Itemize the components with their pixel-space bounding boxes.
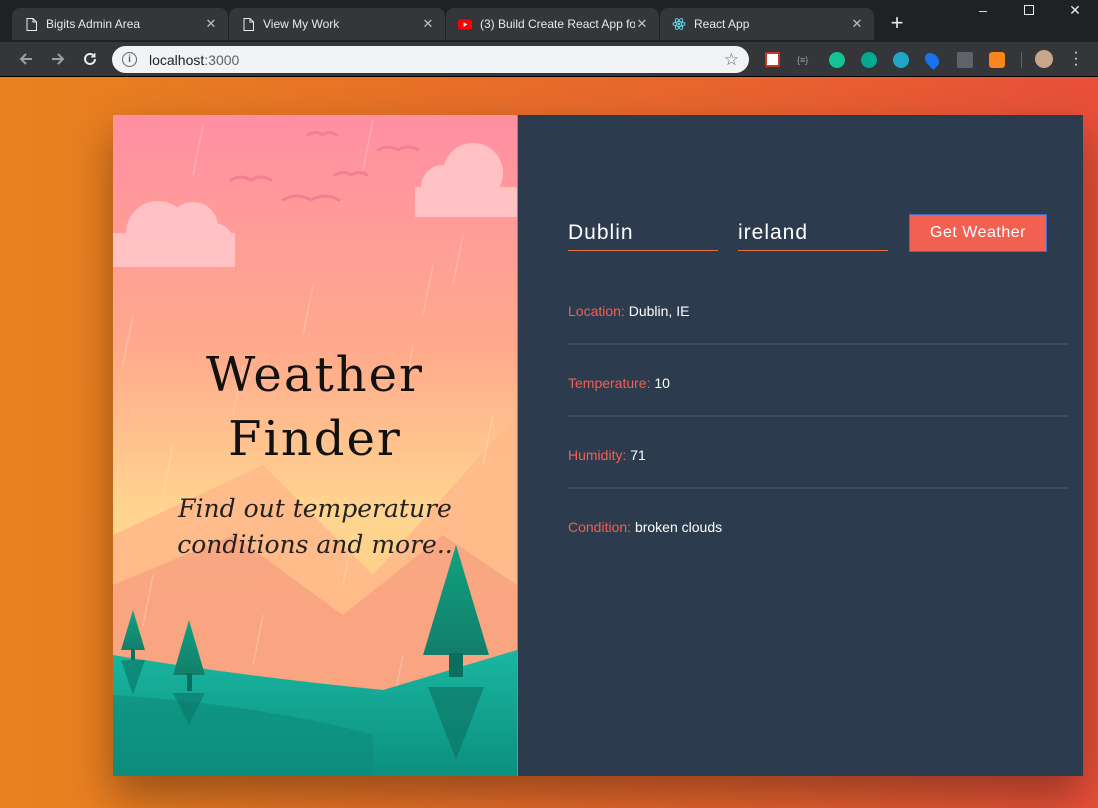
toolbar-divider	[1021, 52, 1022, 68]
tab-react-app[interactable]: React App ✕	[660, 8, 874, 40]
maximize-icon[interactable]	[1006, 0, 1052, 22]
extension-icon[interactable]	[922, 50, 942, 70]
tab-youtube[interactable]: (3) Build Create React App fo ✕	[446, 8, 659, 40]
address-bar[interactable]: i localhost:3000 ☆	[112, 46, 749, 73]
browser-tab-strip: Bigits Admin Area ✕ View My Work ✕ (3) B…	[0, 0, 1098, 42]
weather-value: 71	[630, 447, 646, 463]
tab-view-my-work[interactable]: View My Work ✕	[229, 8, 445, 40]
extension-icon[interactable]	[893, 52, 909, 68]
weather-row-location: Location: Dublin, IE	[568, 303, 1068, 383]
app-title: Weather Finder	[206, 347, 424, 467]
page-icon	[24, 17, 38, 31]
close-icon[interactable]: ✕	[850, 17, 864, 31]
metamask-icon[interactable]	[989, 52, 1005, 68]
weather-key: Condition:	[568, 519, 632, 535]
weather-key: Humidity:	[568, 447, 627, 463]
weather-value: broken clouds	[634, 519, 723, 535]
tab-title: Bigits Admin Area	[46, 17, 141, 31]
tab-title: React App	[694, 17, 750, 31]
close-icon[interactable]: ✕	[421, 17, 435, 31]
weather-value: Dublin, IE	[628, 303, 690, 319]
url-text: localhost:3000	[149, 51, 240, 68]
divider	[568, 415, 1068, 417]
weather-value: 10	[654, 375, 670, 391]
country-input[interactable]	[738, 215, 888, 251]
weather-panel: Get Weather Location: Dublin, IE Tempera…	[518, 115, 1083, 776]
minimize-icon[interactable]: –	[960, 0, 1006, 22]
weather-row-humidity: Humidity: 71	[568, 447, 1068, 527]
close-icon[interactable]: ✕	[635, 17, 649, 31]
weather-row-condition: Condition: broken clouds	[568, 519, 1068, 599]
react-icon	[672, 17, 686, 31]
browser-toolbar: i localhost:3000 ☆ {≡} · · ·	[0, 42, 1098, 77]
extension-icon[interactable]	[765, 52, 780, 67]
app-subtitle: Find out temperature conditions and more…	[177, 494, 453, 559]
grammarly-icon[interactable]	[829, 52, 845, 68]
tab-title: (3) Build Create React App fo	[480, 17, 635, 31]
hero-illustration: Weather Finder Find out temperature cond…	[113, 115, 517, 776]
page-icon	[241, 17, 255, 31]
avatar[interactable]	[1035, 50, 1053, 68]
new-tab-button[interactable]: +	[884, 11, 910, 37]
extension-icon[interactable]	[861, 52, 877, 68]
weather-card: Weather Finder Find out temperature cond…	[113, 115, 1083, 776]
window-close-icon[interactable]: ✕	[1052, 0, 1098, 22]
menu-icon[interactable]: · · ·	[1066, 45, 1086, 73]
pdf-icon[interactable]	[957, 52, 973, 68]
youtube-icon	[458, 17, 472, 31]
bookmark-star-icon[interactable]: ☆	[724, 50, 739, 70]
weather-key: Location:	[568, 303, 625, 319]
tab-title: View My Work	[263, 17, 340, 31]
page-background: Weather Finder Find out temperature cond…	[0, 77, 1098, 808]
weather-row-temperature: Temperature: 10	[568, 375, 1068, 455]
divider	[568, 487, 1068, 489]
city-input[interactable]	[568, 215, 718, 251]
reload-icon[interactable]	[78, 47, 102, 71]
get-weather-button[interactable]: Get Weather	[909, 214, 1047, 252]
forward-arrow-icon[interactable]	[46, 47, 70, 71]
info-icon[interactable]: i	[122, 52, 137, 67]
weather-key: Temperature:	[568, 375, 651, 391]
extension-icon[interactable]: {≡}	[797, 52, 815, 68]
divider	[568, 343, 1068, 345]
back-arrow-icon[interactable]	[14, 47, 38, 71]
close-icon[interactable]: ✕	[204, 17, 218, 31]
tab-bigits-admin[interactable]: Bigits Admin Area ✕	[12, 8, 228, 40]
